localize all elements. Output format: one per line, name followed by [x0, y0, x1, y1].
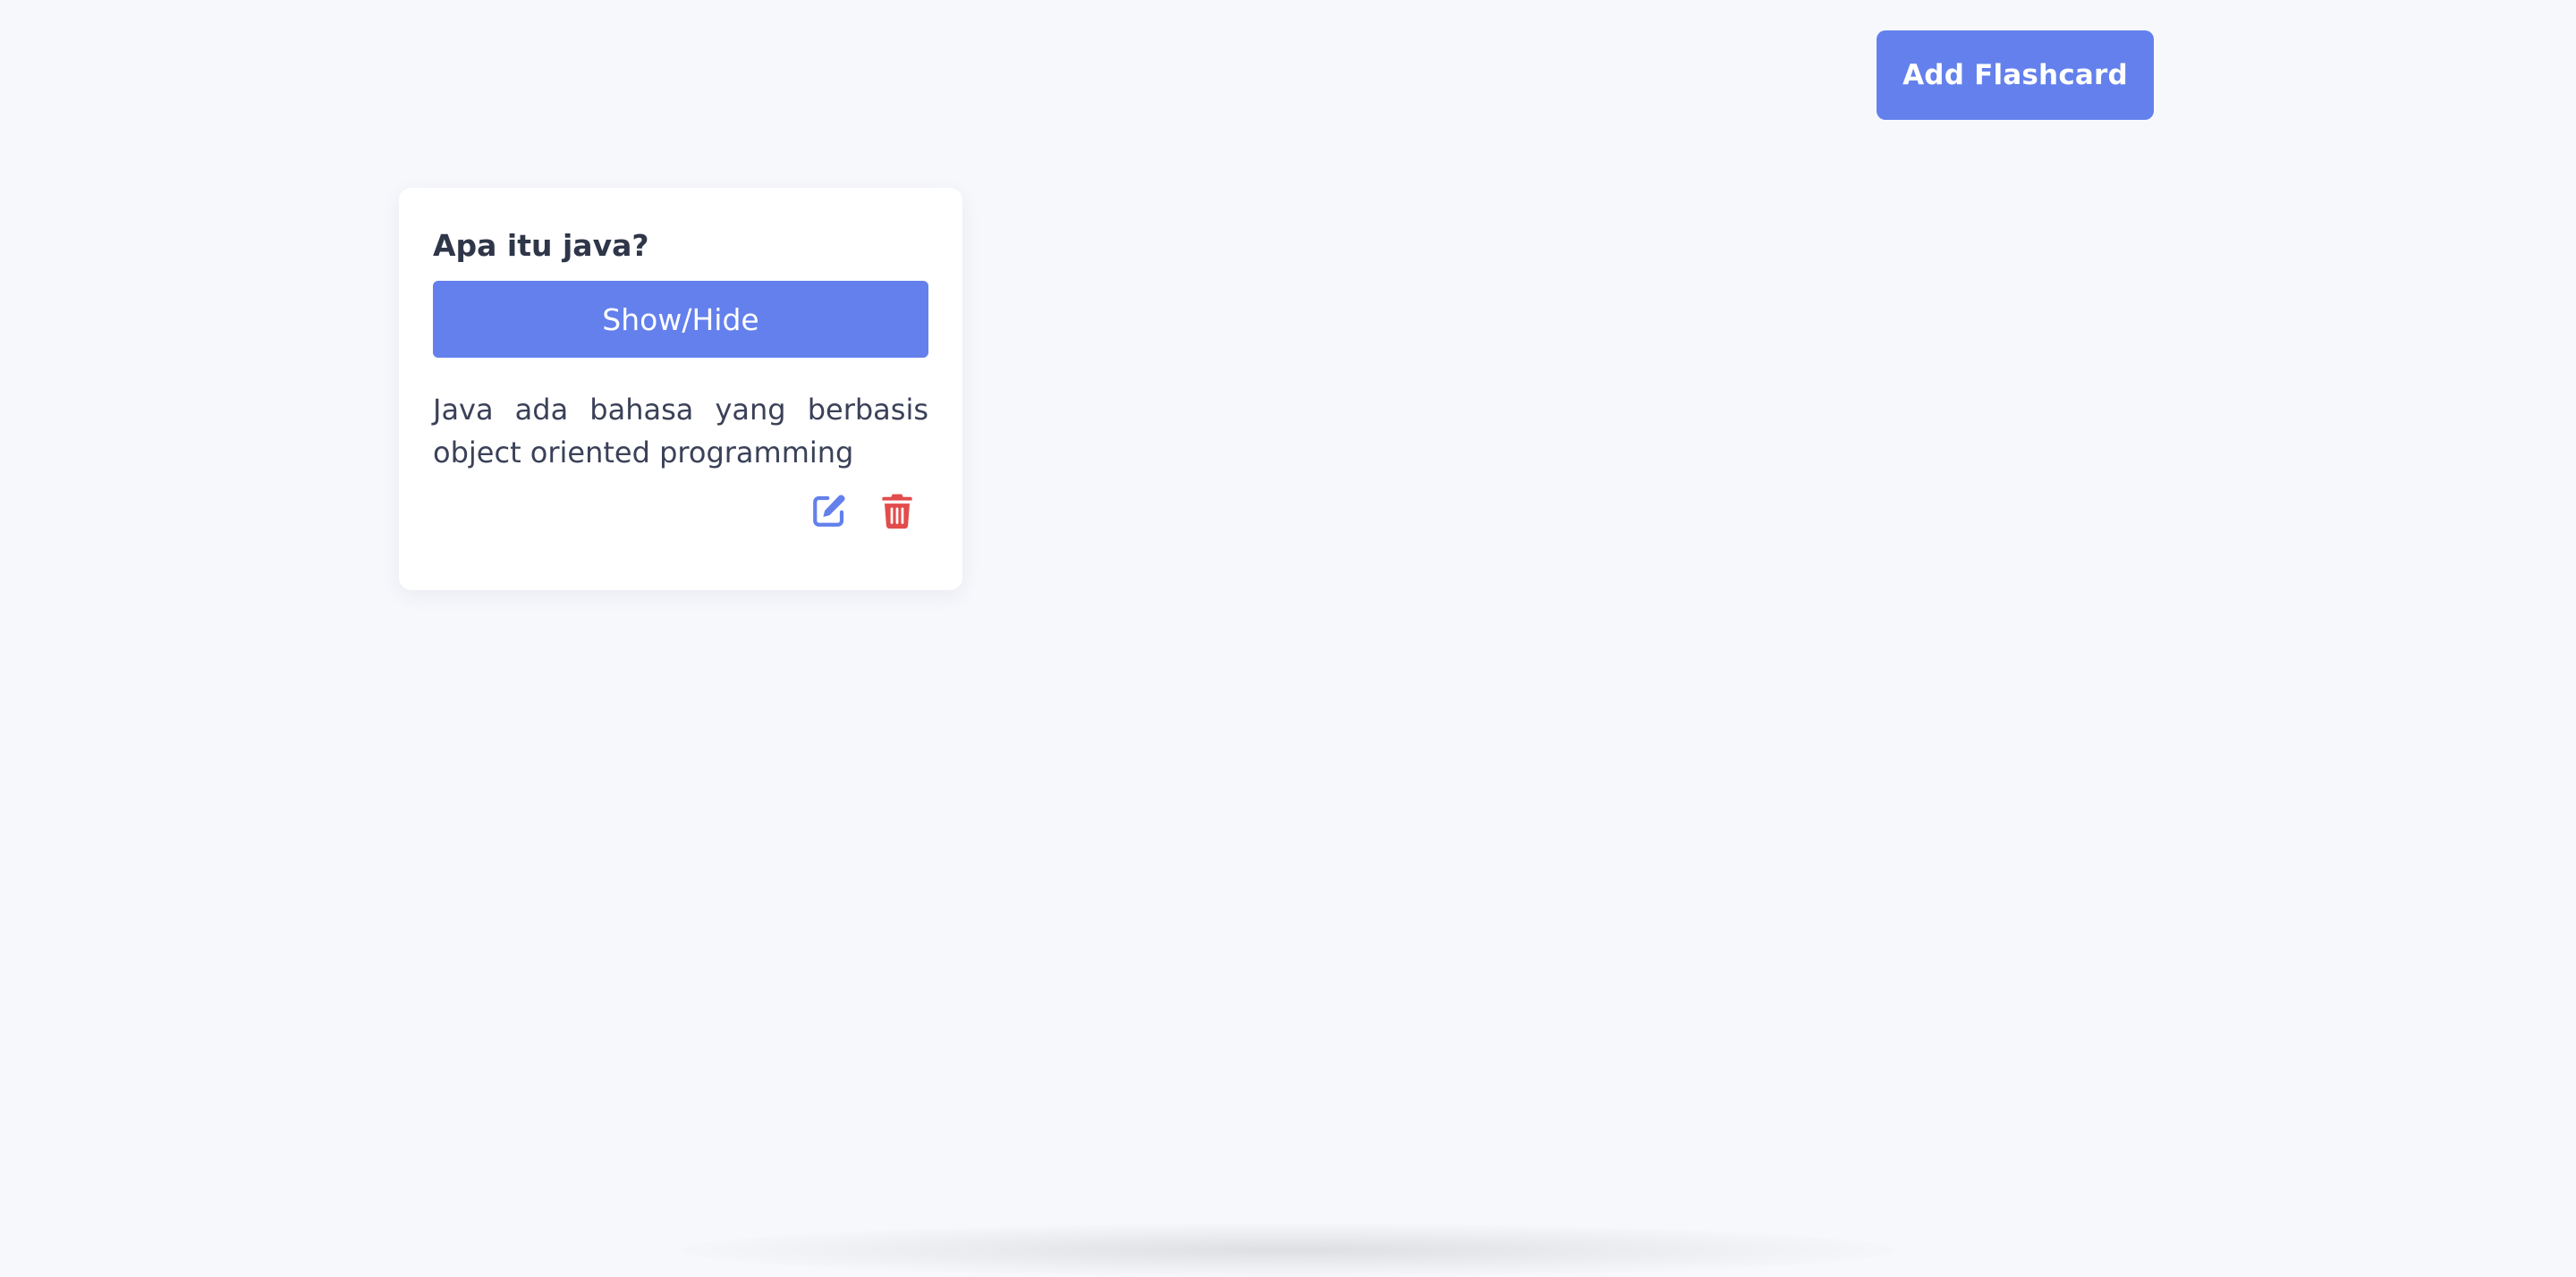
- flashcard-question: Apa itu java?: [433, 228, 649, 263]
- edit-icon: [810, 492, 848, 529]
- trash-icon: [880, 492, 914, 529]
- delete-button[interactable]: [877, 490, 918, 531]
- edit-button[interactable]: [809, 490, 850, 531]
- show-hide-button[interactable]: Show/Hide: [433, 281, 928, 358]
- page: Add Flashcard Apa itu java? Show/Hide Ja…: [0, 0, 2576, 1277]
- flashcard-actions: [809, 490, 918, 531]
- flashcard: Apa itu java? Show/Hide Java ada bahasa …: [399, 188, 962, 590]
- add-flashcard-button[interactable]: Add Flashcard: [1877, 30, 2154, 120]
- bottom-shadow: [680, 1223, 1896, 1277]
- flashcard-answer: Java ada bahasa yang berbasis object ori…: [433, 393, 928, 469]
